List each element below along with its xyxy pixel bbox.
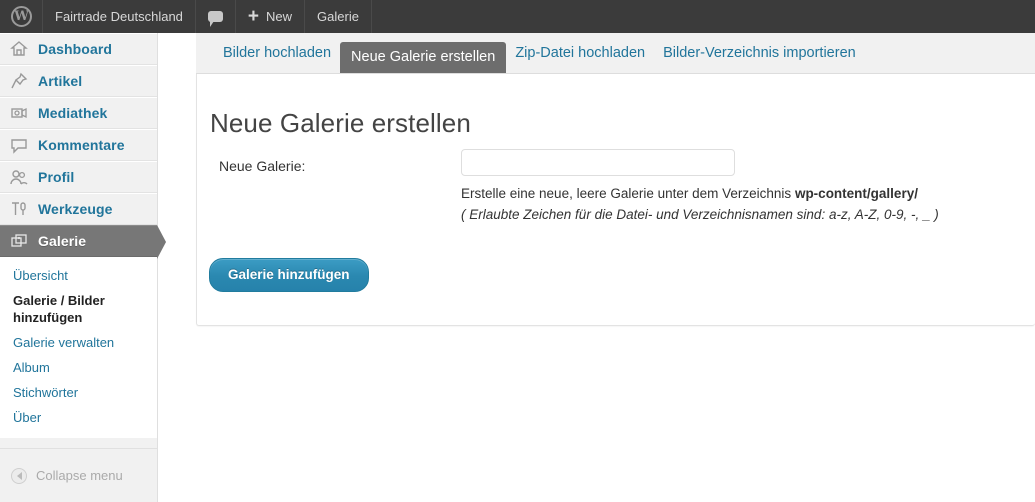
content-panel: Neue Galerie erstellen Neue Galerie: Ers… — [196, 74, 1035, 326]
collapse-arrow-icon — [11, 467, 27, 484]
tab-bilder-verzeichnis-importieren[interactable]: Bilder-Verzeichnis importieren — [654, 40, 865, 67]
sidebar-item-label: Profil — [38, 169, 75, 185]
submenu-item-album[interactable]: Album — [0, 355, 157, 380]
home-icon — [9, 39, 29, 59]
collapse-menu-button[interactable]: Collapse menu — [0, 448, 157, 502]
collapse-menu-label: Collapse menu — [36, 468, 123, 483]
gallery-submenu: Übersicht Galerie / Bilder hinzufügen Ga… — [0, 257, 157, 438]
add-gallery-button[interactable]: Galerie hinzufügen — [209, 258, 369, 292]
submenu-item-ueber[interactable]: Über — [0, 405, 157, 430]
submenu-item-galerie-verwalten[interactable]: Galerie verwalten — [0, 330, 157, 355]
sidebar-item-label: Galerie — [38, 233, 87, 249]
page-title: Neue Galerie erstellen — [210, 108, 471, 138]
plus-icon: + — [247, 6, 260, 27]
users-icon — [9, 167, 29, 187]
admin-sidebar: Dashboard Artikel Mediathek Kommentare P… — [0, 33, 166, 502]
new-content-label: New — [266, 9, 293, 24]
site-name-label: Fairtrade Deutschland — [55, 9, 183, 24]
sidebar-item-artikel[interactable]: Artikel — [0, 65, 157, 97]
media-camera-icon — [9, 103, 29, 123]
new-gallery-input[interactable] — [461, 149, 735, 176]
pushpin-icon — [9, 71, 29, 91]
admin-bar: W Fairtrade Deutschland + New Galerie — [0, 0, 1035, 33]
sidebar-item-kommentare[interactable]: Kommentare — [0, 129, 157, 161]
sidebar-item-galerie[interactable]: Galerie — [0, 225, 166, 259]
wordpress-logo-icon: W — [11, 6, 32, 27]
sidebar-item-profil[interactable]: Profil — [0, 161, 157, 193]
sidebar-item-dashboard[interactable]: Dashboard — [0, 33, 157, 65]
tools-icon — [9, 199, 29, 219]
sidebar-item-mediathek[interactable]: Mediathek — [0, 97, 157, 129]
submenu-item-uebersicht[interactable]: Übersicht — [0, 263, 157, 288]
wordpress-logo-button[interactable]: W — [0, 0, 43, 33]
submenu-item-galerie-bilder-hinzufuegen[interactable]: Galerie / Bilder hinzufügen — [0, 288, 157, 330]
sidebar-item-werkzeuge[interactable]: Werkzeuge — [0, 193, 157, 225]
adminbar-gallery-link[interactable]: Galerie — [305, 0, 372, 33]
sidebar-item-label: Dashboard — [38, 41, 113, 57]
submenu-item-stichwoerter[interactable]: Stichwörter — [0, 380, 157, 405]
tab-bilder-hochladen[interactable]: Bilder hochladen — [214, 40, 340, 67]
allowed-characters-hint: ( Erlaubte Zeichen für die Datei- und Ve… — [461, 207, 939, 222]
new-content-button[interactable]: + New — [236, 0, 306, 33]
tab-bar: Bilder hochladen Neue Galerie erstellen … — [196, 33, 1035, 74]
sidebar-item-label: Mediathek — [38, 105, 108, 121]
tab-neue-galerie-erstellen[interactable]: Neue Galerie erstellen — [340, 42, 507, 73]
gallery-images-icon — [9, 231, 29, 251]
gallery-path-hint-text: Erstelle eine neue, leere Galerie unter … — [461, 186, 795, 201]
comment-bubble-icon — [9, 135, 29, 155]
new-gallery-label: Neue Galerie: — [219, 158, 306, 174]
gallery-path-hint: Erstelle eine neue, leere Galerie unter … — [461, 186, 918, 201]
gallery-path-value: wp-content/gallery/ — [794, 186, 918, 201]
comments-button[interactable] — [196, 0, 236, 33]
sidebar-item-label: Artikel — [38, 73, 83, 89]
sidebar-item-label: Werkzeuge — [38, 201, 113, 217]
comment-bubble-icon — [207, 11, 223, 27]
tab-zip-datei-hochladen[interactable]: Zip-Datei hochladen — [506, 40, 654, 67]
site-name-link[interactable]: Fairtrade Deutschland — [43, 0, 196, 33]
sidebar-item-label: Kommentare — [38, 137, 125, 153]
adminbar-gallery-label: Galerie — [317, 9, 359, 24]
